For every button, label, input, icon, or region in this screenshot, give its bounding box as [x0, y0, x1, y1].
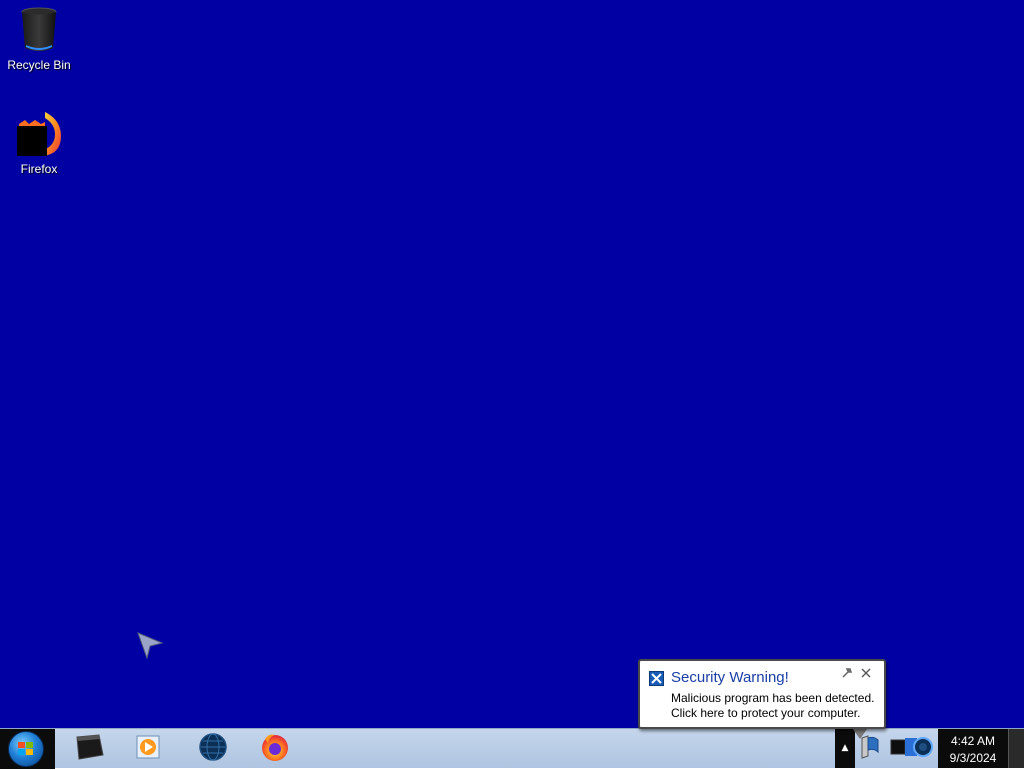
terminal-icon	[73, 733, 105, 765]
notification-title: Security Warning!	[671, 669, 789, 686]
notification-message-line1: Malicious program has been detected.	[671, 691, 875, 705]
recycle-bin-icon	[15, 6, 63, 54]
shield-x-icon	[649, 671, 664, 686]
desktop[interactable]: Recycle Bin Firefox	[0, 0, 1024, 728]
taskbar-clock[interactable]: 4:42 AM 9/3/2024	[938, 729, 1008, 768]
security-warning-notification[interactable]: Security Warning! Malicious program has …	[638, 659, 886, 729]
firefox-label: Firefox	[20, 162, 58, 176]
windows-start-orb-icon	[8, 731, 44, 767]
media-player-icon	[134, 733, 164, 765]
firefox-icon	[259, 731, 291, 767]
recycle-bin-desktop-icon[interactable]: Recycle Bin	[1, 6, 77, 72]
show-desktop-button[interactable]	[1008, 729, 1024, 768]
globe-icon	[198, 732, 228, 766]
recycle-bin-label: Recycle Bin	[7, 58, 71, 72]
clock-time: 4:42 AM	[950, 734, 996, 748]
tray-network-button[interactable]	[886, 729, 936, 768]
wrench-icon[interactable]	[840, 667, 854, 681]
mouse-cursor-icon	[137, 632, 164, 659]
taskbar: ▲ 4:42 AM 9/3/2024	[0, 728, 1024, 769]
start-button[interactable]	[0, 729, 55, 769]
firefox-icon	[15, 110, 63, 158]
taskbar-globe-button[interactable]	[183, 729, 243, 768]
taskbar-media-player-button[interactable]	[119, 729, 179, 768]
clock-date: 9/3/2024	[949, 751, 997, 765]
network-icon	[889, 732, 933, 766]
firefox-desktop-icon[interactable]: Firefox	[1, 110, 77, 176]
taskbar-terminal-button[interactable]	[59, 729, 119, 768]
notification-message-line2: Click here to protect your computer.	[671, 706, 861, 720]
close-icon[interactable]	[859, 667, 873, 681]
taskbar-firefox-button[interactable]	[245, 729, 305, 768]
chevron-up-icon[interactable]: ▲	[838, 741, 852, 755]
